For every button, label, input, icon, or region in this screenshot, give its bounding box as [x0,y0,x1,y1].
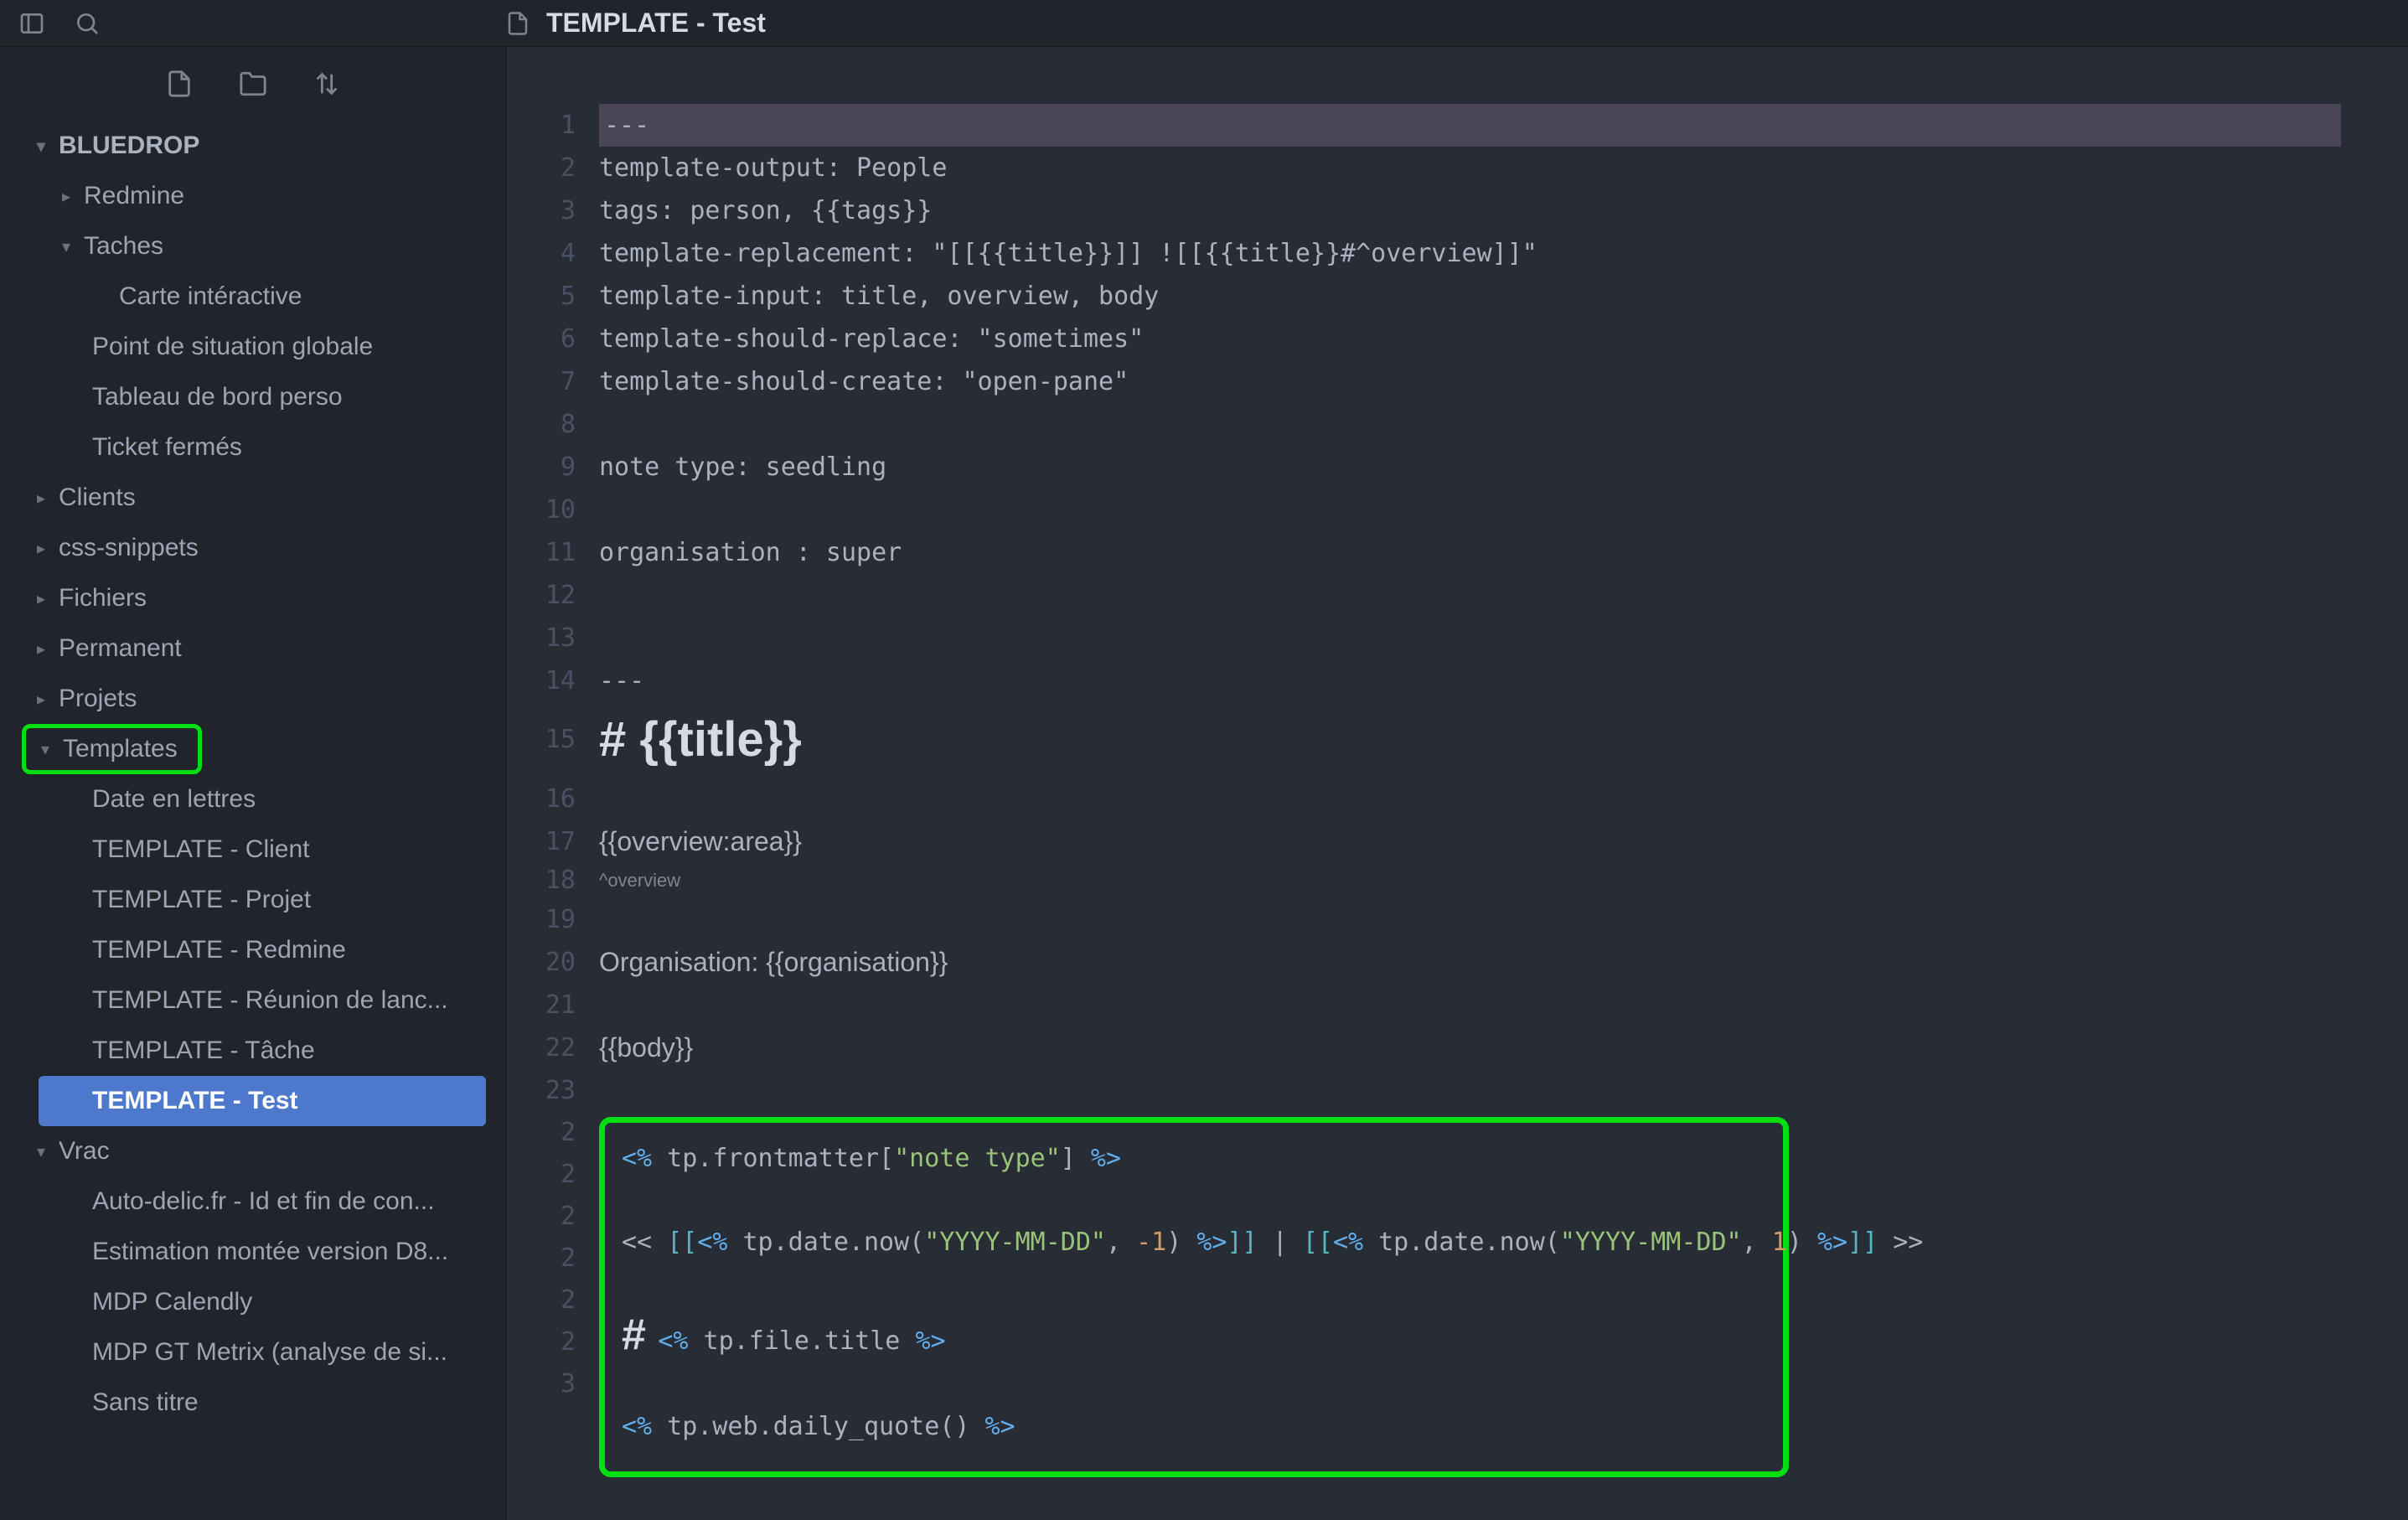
code-line[interactable]: template-output: People [599,147,2374,189]
tree-label: Tableau de bord perso [92,383,343,411]
sidebar: ▾BLUEDROP▸Redmine▾Taches Carte intéractiv… [0,47,507,1520]
code-line[interactable]: template-should-replace: "sometimes" [599,318,2374,360]
file-item[interactable]: TEMPLATE - Projet [0,875,493,925]
tree-label: Projets [59,685,137,713]
file-item[interactable]: Estimation montée version D8... [0,1227,493,1277]
vault-root[interactable]: ▾BLUEDROP [0,121,493,171]
code-line[interactable] [599,898,2374,941]
file-item[interactable]: TEMPLATE - Client [0,825,493,875]
tree-label: Templates [63,735,178,763]
tree-label: Ticket fermés [92,433,242,462]
code-line[interactable]: # {{title}} [599,702,2374,778]
code-line[interactable]: template-should-create: "open-pane" [599,360,2374,403]
file-item[interactable]: Ticket fermés [0,422,493,473]
code-line[interactable]: template-replacement: "[[{{title}}]] ![[… [599,232,2374,275]
tree-label: MDP GT Metrix (analyse de si... [92,1338,447,1367]
tree-label: TEMPLATE - Test [92,1087,298,1115]
tree-label: TEMPLATE - Réunion de lanc... [92,986,448,1015]
file-item[interactable]: Point de situation globale [0,322,493,372]
file-item[interactable]: Auto-delic.fr - Id et fin de con... [0,1176,493,1227]
file-item[interactable]: Sans titre [0,1378,493,1428]
document-icon [503,8,533,39]
code-line[interactable] [599,403,2374,446]
file-item[interactable]: MDP GT Metrix (analyse de si... [0,1327,493,1378]
code-line[interactable]: organisation : super [599,531,2374,574]
tree-label: Auto-delic.fr - Id et fin de con... [92,1187,435,1216]
file-item[interactable]: TEMPLATE - Tâche [0,1026,493,1076]
new-note-icon[interactable] [163,68,195,100]
folder-item[interactable]: ▸css-snippets [0,523,493,573]
titlebar: TEMPLATE - Test [0,0,2408,47]
sidebar-toggle-icon[interactable] [17,8,47,39]
tree-label: Carte intéractive [119,282,302,311]
file-item[interactable]: TEMPLATE - Redmine [0,925,493,975]
gutter: 1234567891011121314151617181920212223222… [507,47,599,1520]
code-line[interactable] [599,778,2374,820]
tree-label: Estimation montée version D8... [92,1238,448,1266]
tree-label: css-snippets [59,534,199,562]
tree-label: Redmine [84,182,184,210]
folder-item[interactable]: ▸Fichiers [0,573,493,623]
file-item[interactable]: MDP Calendly [0,1277,493,1327]
tree-label: Point de situation globale [92,333,373,361]
code-line[interactable]: Organisation: {{organisation}} [599,941,2374,984]
code-line[interactable]: {{overview:area}} [599,820,2374,863]
tree-label: Clients [59,483,136,512]
code-line[interactable]: template-input: title, overview, body [599,275,2374,318]
code-line[interactable]: ^overview [599,863,2374,898]
folder-item[interactable]: ▾Taches [0,221,493,271]
search-icon[interactable] [72,8,102,39]
folder-item[interactable]: ▸Projets [0,674,493,724]
tree-label: Permanent [59,634,182,663]
new-folder-icon[interactable] [237,68,269,100]
code-line[interactable] [599,574,2374,617]
file-tree[interactable]: ▾BLUEDROP▸Redmine▾Taches Carte intéractiv… [0,121,506,1520]
code-line[interactable]: --- [599,104,2341,147]
code-line[interactable]: note type: seedling [599,446,2374,489]
tree-label: Date en lettres [92,785,256,814]
code-line[interactable]: tags: person, {{tags}} [599,189,2374,232]
code-line[interactable] [599,1069,2374,1112]
tree-label: Fichiers [59,584,147,613]
tree-label: MDP Calendly [92,1288,252,1316]
folder-item[interactable]: ▸Redmine [0,171,493,221]
tree-label: Sans titre [92,1388,199,1417]
code-line[interactable] [599,489,2374,531]
document-title: TEMPLATE - Test [546,8,766,39]
folder-item[interactable]: ▾Templates [22,724,202,774]
folder-item[interactable]: ▾Vrac [0,1126,493,1176]
sort-icon[interactable] [311,68,343,100]
file-item[interactable]: Carte intéractive [0,271,493,322]
tree-label: TEMPLATE - Redmine [92,936,346,964]
file-item[interactable]: TEMPLATE - Test [39,1076,486,1126]
highlighted-templater-block[interactable]: <% tp.frontmatter["note type"] %><< [[<%… [599,1117,1789,1477]
tree-label: TEMPLATE - Projet [92,886,311,914]
file-item[interactable]: TEMPLATE - Réunion de lanc... [0,975,493,1026]
code-line[interactable] [599,617,2374,659]
tree-label: TEMPLATE - Tâche [92,1037,315,1065]
code-content[interactable]: ---template-output: Peopletags: person, … [599,47,2408,1520]
code-line[interactable] [599,984,2374,1026]
file-item[interactable]: Date en lettres [0,774,493,825]
code-line[interactable]: {{body}} [599,1026,2374,1069]
tree-label: Vrac [59,1137,110,1166]
editor[interactable]: 1234567891011121314151617181920212223222… [507,47,2408,1520]
code-line[interactable]: --- [599,659,2374,702]
file-item[interactable]: Tableau de bord perso [0,372,493,422]
folder-item[interactable]: ▸Clients [0,473,493,523]
tree-label: Taches [84,232,163,261]
tree-label: TEMPLATE - Client [92,835,310,864]
folder-item[interactable]: ▸Permanent [0,623,493,674]
